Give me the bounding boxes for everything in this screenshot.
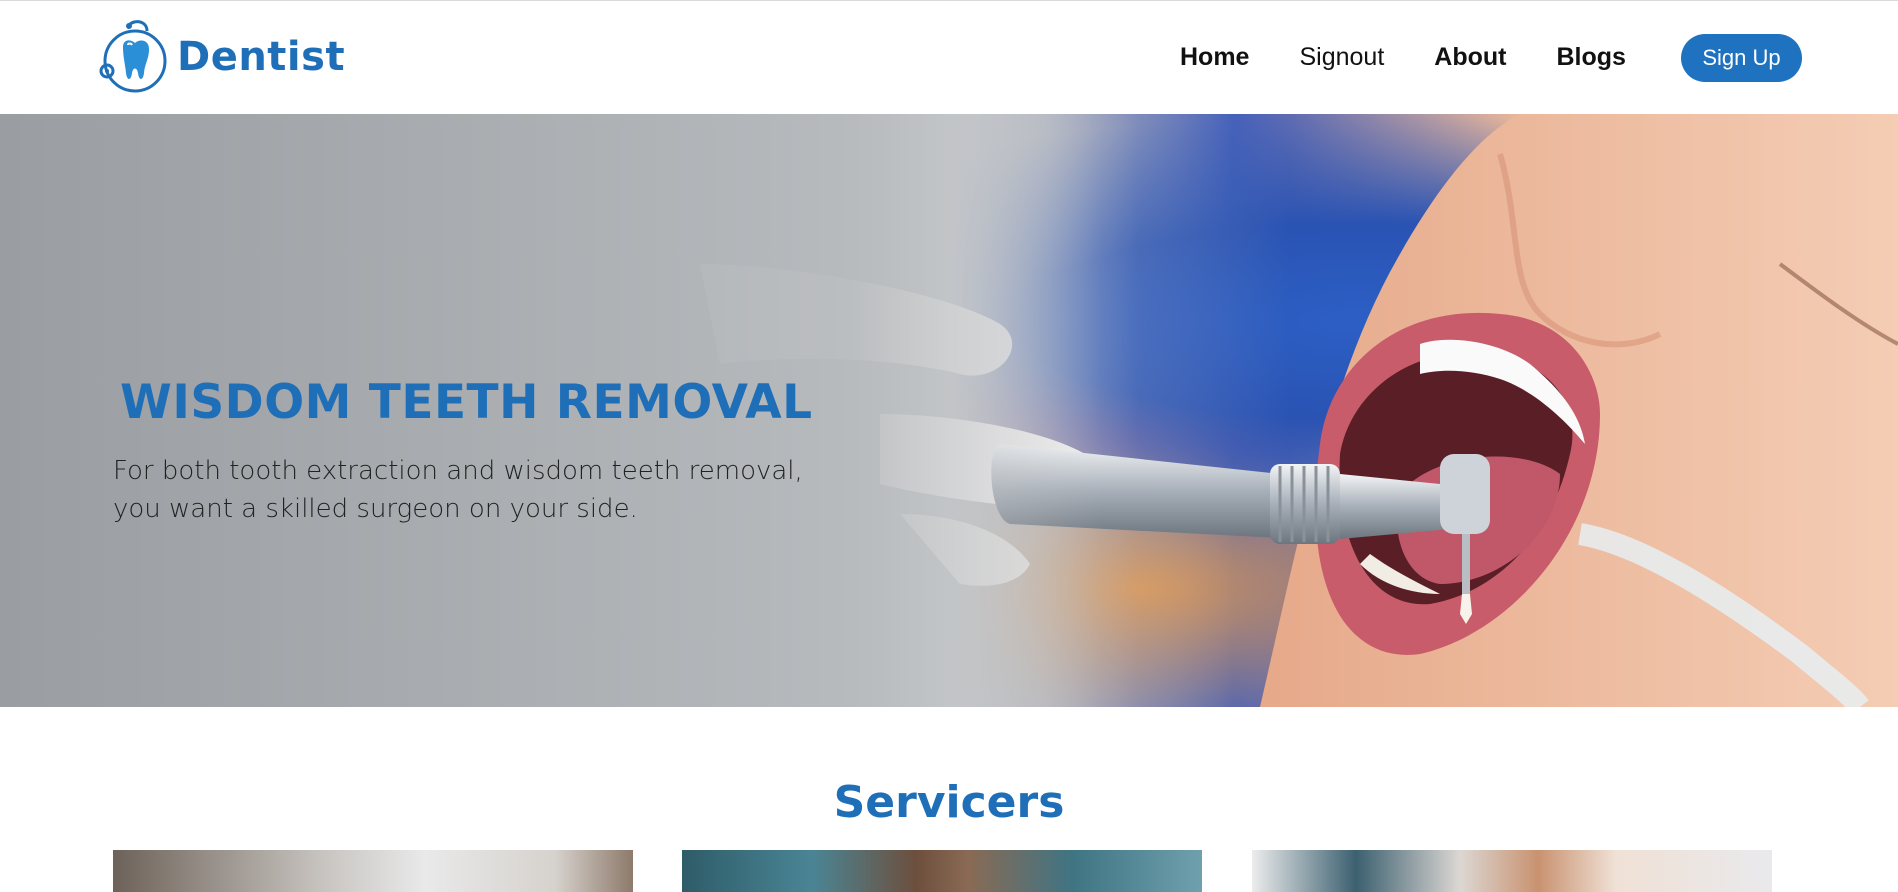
nav-link-blogs[interactable]: Blogs [1556,35,1625,79]
nav-link-home[interactable]: Home [1180,35,1249,79]
hero-subtitle: For both tooth extraction and wisdom tee… [113,452,833,528]
brand-name: Dentist [177,34,346,80]
tooth-stethoscope-logo-icon [99,20,167,93]
nav-link-about[interactable]: About [1434,35,1506,79]
service-card-image-3[interactable] [1252,850,1772,892]
hero-title: WISDOM TEETH REMOVAL [120,375,813,431]
main-nav: Home Signout About Blogs [1180,35,1676,79]
brand-logo-link[interactable]: Dentist [95,17,345,97]
service-card-image-1[interactable] [113,850,633,892]
hero-banner: WISDOM TEETH REMOVAL For both tooth extr… [0,114,1898,707]
hero-subtitle-line-2: you want a skilled surgeon on your side. [113,494,638,524]
site-header: Dentist Home Signout About Blogs Sign Up [0,1,1898,114]
hero-subtitle-line-1: For both tooth extraction and wisdom tee… [113,456,803,486]
services-heading: Servicers [833,776,1065,828]
sign-up-button[interactable]: Sign Up [1681,34,1802,82]
nav-link-signout[interactable]: Signout [1299,35,1384,79]
service-card-image-2[interactable] [682,850,1202,892]
